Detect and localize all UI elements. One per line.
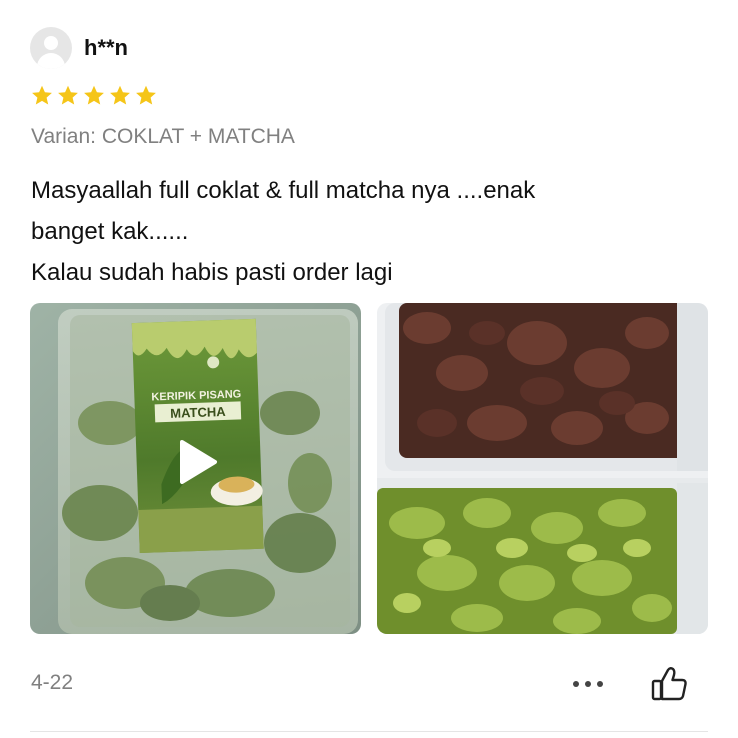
divider xyxy=(30,731,708,732)
star-icon xyxy=(136,85,156,105)
user-avatar-icon[interactable] xyxy=(30,27,72,69)
star-icon xyxy=(32,85,52,105)
review-text: Masyaallah full coklat & full matcha nya… xyxy=(31,170,711,293)
thumbs-up-icon[interactable] xyxy=(650,665,688,703)
review-card: h**n Varian: COKLAT + MATCHA Masyaallah … xyxy=(0,0,738,738)
star-icon xyxy=(84,85,104,105)
package-label-line2: MATCHA xyxy=(170,404,226,421)
review-photo-image xyxy=(377,303,708,634)
review-date: 4-22 xyxy=(31,671,74,694)
review-text-line: Masyaallah full coklat & full matcha nya… xyxy=(31,177,536,204)
review-photo[interactable] xyxy=(377,303,708,634)
star-icon xyxy=(110,85,130,105)
review-video-thumbnail[interactable]: KERIPIK PISANG MATCHA xyxy=(30,303,361,634)
rating-stars xyxy=(30,84,158,108)
more-dots-icon[interactable] xyxy=(570,676,606,692)
star-icon xyxy=(58,85,78,105)
review-text-line: banget kak...... xyxy=(31,218,189,245)
review-text-line: Kalau sudah habis pasti order lagi xyxy=(31,259,393,286)
username[interactable]: h**n xyxy=(84,35,128,61)
review-header: h**n xyxy=(30,27,128,69)
variant-label: Varian: COKLAT + MATCHA xyxy=(31,125,295,148)
play-icon[interactable] xyxy=(178,439,218,485)
